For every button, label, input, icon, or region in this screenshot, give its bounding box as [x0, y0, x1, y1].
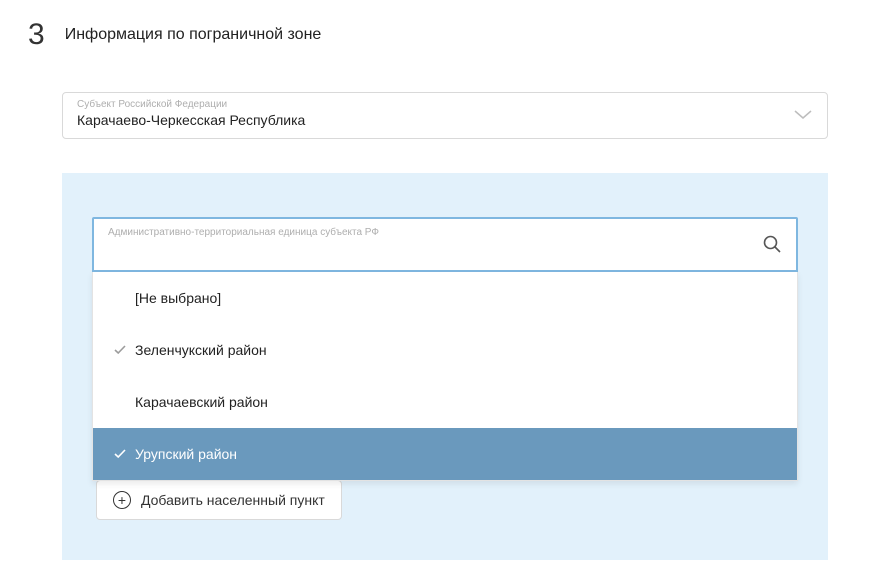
- admin-unit-dropdown: [Не выбрано] Зеленчукский район Карачаев…: [92, 272, 798, 481]
- check-icon: [111, 345, 129, 355]
- subject-select[interactable]: Субъект Российской Федерации Карачаево-Ч…: [62, 92, 828, 139]
- add-locality-button[interactable]: + Добавить населенный пункт: [96, 480, 342, 520]
- dropdown-item-label: Карачаевский район: [135, 394, 268, 410]
- subject-label: Субъект Российской Федерации: [77, 99, 793, 110]
- subject-value: Карачаево-Черкесская Республика: [77, 112, 793, 128]
- step-number: 3: [28, 18, 45, 52]
- dropdown-item-label: Зеленчукский район: [135, 342, 267, 358]
- dropdown-item-label: Урупский район: [135, 446, 237, 462]
- section-header: 3 Информация по пограничной зоне: [0, 0, 890, 52]
- step-title: Информация по пограничной зоне: [65, 26, 322, 44]
- admin-unit-select[interactable]: Административно-территориальная единица …: [92, 217, 798, 272]
- search-icon[interactable]: [762, 234, 782, 254]
- add-button-label: Добавить населенный пункт: [141, 492, 325, 508]
- check-icon: [111, 449, 129, 459]
- dropdown-item-label: [Не выбрано]: [135, 290, 221, 306]
- admin-unit-search-input[interactable]: [108, 242, 762, 258]
- dropdown-item-urupsky[interactable]: Урупский район: [93, 428, 797, 480]
- dropdown-item-zelenchuksky[interactable]: Зеленчукский район: [93, 324, 797, 376]
- zone-panel: Административно-территориальная единица …: [62, 173, 828, 560]
- dropdown-item-karachaevsky[interactable]: Карачаевский район: [93, 376, 797, 428]
- admin-unit-label: Административно-территориальная единица …: [108, 227, 762, 238]
- chevron-down-icon: [793, 107, 813, 121]
- plus-icon: +: [113, 491, 131, 509]
- dropdown-item-none[interactable]: [Не выбрано]: [93, 272, 797, 324]
